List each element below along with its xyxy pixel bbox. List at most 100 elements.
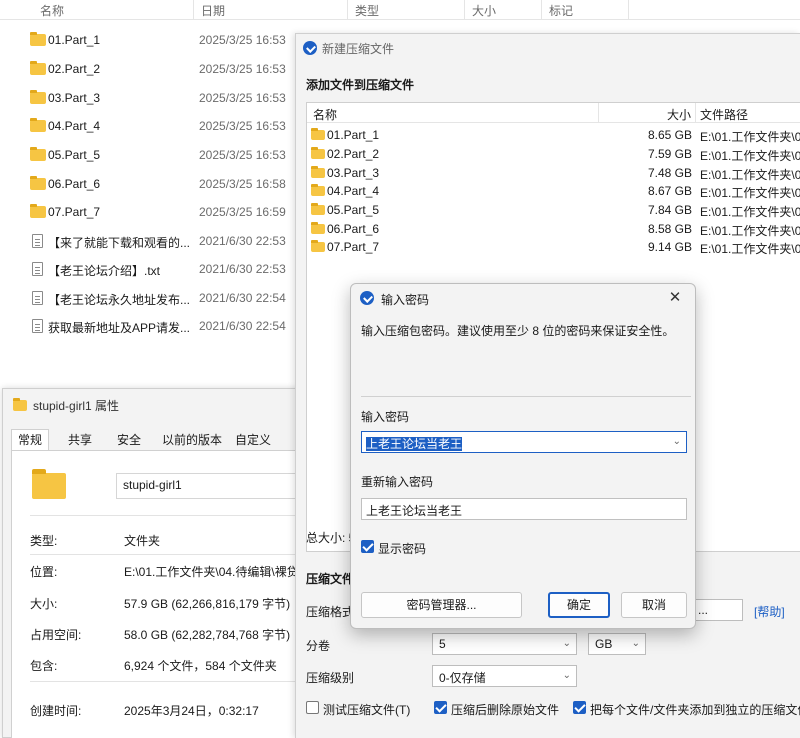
- list-item[interactable]: 03.Part_3 2025/3/25 16:53: [0, 84, 300, 112]
- folder-icon: [311, 147, 325, 159]
- tab-general[interactable]: 常规: [11, 429, 50, 451]
- folder-icon: [32, 469, 66, 499]
- table-row[interactable]: 06.Part_6 8.58 GB E:\01.工作文件夹\0: [307, 219, 800, 238]
- folder-icon: [30, 32, 46, 46]
- item-name: 04.Part_4: [48, 119, 101, 133]
- item-date: 2025/3/25 16:53: [199, 119, 286, 133]
- item-date: 2021/6/30 22:53: [199, 234, 286, 248]
- divider: [30, 681, 310, 682]
- compression-level-select[interactable]: 0-仅存储 ⌄: [432, 665, 577, 687]
- separate-archives-label: 把每个文件/文件夹添加到独立的压缩文件: [590, 703, 800, 717]
- close-icon[interactable]: ✕: [665, 288, 685, 308]
- item-name: 获取最新地址及APP请发...: [48, 321, 191, 335]
- table-row[interactable]: 07.Part_7 9.14 GB E:\01.工作文件夹\0: [307, 237, 800, 256]
- properties-title-bar[interactable]: stupid-girl1 属性: [13, 397, 119, 414]
- cancel-button[interactable]: 取消: [621, 592, 687, 618]
- folder-icon: [311, 128, 325, 140]
- list-item[interactable]: 05.Part_5 2025/3/25 16:53: [0, 141, 300, 169]
- level-label: 压缩级别: [306, 671, 355, 685]
- general-panel: stupid-girl1 类型: 文件夹 位置: E:\01.工作文件夹\04.…: [11, 450, 312, 738]
- text-file-icon: [32, 291, 43, 305]
- delete-after-label: 压缩后删除原始文件: [451, 703, 560, 717]
- app-icon: [360, 291, 374, 305]
- list-item[interactable]: 01.Part_1 2025/3/25 16:53: [0, 26, 300, 54]
- split-label: 分卷: [306, 639, 331, 653]
- folder-icon: [30, 176, 46, 190]
- delete-after-checkbox[interactable]: [434, 701, 447, 714]
- column-name[interactable]: 名称: [40, 2, 64, 19]
- item-date: 2025/3/25 16:53: [199, 33, 286, 47]
- properties-window: stupid-girl1 属性 常规 共享 安全 以前的版本 自定义 stupi…: [2, 388, 312, 738]
- app-icon: [303, 41, 317, 55]
- dialog-description: 输入压缩包密码。建议使用至少 8 位的密码来保证安全性。: [361, 324, 675, 338]
- folder-icon: [311, 222, 325, 234]
- column-path[interactable]: 文件路径: [700, 106, 748, 123]
- test-archive-checkbox[interactable]: [306, 701, 319, 714]
- item-name: 03.Part_3: [48, 91, 101, 105]
- password-input[interactable]: 上老王论坛当老王 ⌄: [361, 431, 687, 453]
- chevron-down-icon[interactable]: ⌄: [673, 436, 681, 447]
- password-manager-button[interactable]: 密码管理器...: [361, 592, 522, 618]
- table-row[interactable]: 02.Part_2 7.59 GB E:\01.工作文件夹\0: [307, 144, 800, 163]
- list-item[interactable]: 06.Part_6 2025/3/25 16:58: [0, 170, 300, 198]
- item-date: 2021/6/30 22:54: [199, 319, 286, 333]
- password-label: 输入密码: [361, 410, 410, 424]
- ok-button[interactable]: 确定: [548, 592, 610, 618]
- file-list-header: 名称 大小 文件路径: [307, 103, 800, 123]
- folder-name-field[interactable]: stupid-girl1: [116, 473, 312, 499]
- item-name: 【老王论坛介绍】.txt: [48, 264, 161, 278]
- item-name: 【老王论坛永久地址发布...: [48, 293, 191, 307]
- format-label: 压缩格式: [306, 605, 355, 619]
- folder-icon: [311, 203, 325, 215]
- list-item[interactable]: 02.Part_2 2025/3/25 16:53: [0, 55, 300, 83]
- item-date: 2025/3/25 16:59: [199, 205, 286, 219]
- column-date[interactable]: 日期: [201, 2, 225, 19]
- list-item[interactable]: 07.Part_7 2025/3/25 16:59: [0, 198, 300, 226]
- table-row[interactable]: 04.Part_4 8.67 GB E:\01.工作文件夹\0: [307, 181, 800, 200]
- item-name: 06.Part_6: [48, 177, 101, 191]
- folder-icon: [311, 184, 325, 196]
- column-type[interactable]: 类型: [355, 2, 379, 19]
- test-archive-label: 测试压缩文件(T): [323, 703, 411, 717]
- table-row[interactable]: 03.Part_3 7.48 GB E:\01.工作文件夹\0: [307, 163, 800, 182]
- folder-icon: [30, 118, 46, 132]
- separate-archives-checkbox[interactable]: [573, 701, 586, 714]
- window-title: 新建压缩文件: [322, 42, 395, 56]
- confirm-password-input[interactable]: 上老王论坛当老王: [361, 498, 687, 520]
- browse-button[interactable]: ...: [691, 599, 743, 621]
- folder-icon: [311, 240, 325, 252]
- confirm-password-value: 上老王论坛当老王: [366, 504, 463, 518]
- item-date: 2021/6/30 22:53: [199, 262, 286, 276]
- text-file-icon: [32, 319, 43, 333]
- chevron-down-icon: ⌄: [562, 638, 571, 649]
- list-item[interactable]: 获取最新地址及APP请发... 2021/6/30 22:54: [0, 312, 300, 340]
- list-item[interactable]: 【老王论坛介绍】.txt 2021/6/30 22:53: [0, 255, 300, 283]
- split-size-select[interactable]: 5 ⌄: [432, 633, 577, 655]
- show-password-checkbox[interactable]: [361, 540, 374, 553]
- tab-security[interactable]: 安全: [110, 429, 148, 451]
- help-link[interactable]: [帮助]: [754, 603, 785, 620]
- divider: [30, 515, 310, 516]
- text-file-icon: [32, 262, 43, 276]
- item-date: 2025/3/25 16:53: [199, 62, 286, 76]
- column-size[interactable]: 大小: [667, 106, 691, 123]
- table-row[interactable]: 05.Part_5 7.84 GB E:\01.工作文件夹\0: [307, 200, 800, 219]
- table-row[interactable]: 01.Part_1 8.65 GB E:\01.工作文件夹\0: [307, 125, 800, 144]
- column-name[interactable]: 名称: [313, 106, 337, 123]
- item-date: 2025/3/25 16:53: [199, 91, 286, 105]
- chevron-down-icon: ⌄: [562, 670, 571, 681]
- tab-sharing[interactable]: 共享: [61, 429, 99, 451]
- column-size[interactable]: 大小: [472, 2, 496, 19]
- list-item[interactable]: 【来了就能下载和观看的... 2021/6/30 22:53: [0, 227, 300, 255]
- list-item[interactable]: 【老王论坛永久地址发布... 2021/6/30 22:54: [0, 284, 300, 312]
- column-tag[interactable]: 标记: [549, 2, 573, 19]
- item-date: 2021/6/30 22:54: [199, 291, 286, 305]
- item-name: 02.Part_2: [48, 62, 101, 76]
- list-item[interactable]: 04.Part_4 2025/3/25 16:53: [0, 112, 300, 140]
- password-dialog: 输入密码 ✕ 输入压缩包密码。建议使用至少 8 位的密码来保证安全性。 输入密码…: [350, 283, 696, 629]
- password-value: 上老王论坛当老王: [366, 437, 463, 451]
- tab-previous-versions[interactable]: 以前的版本: [155, 429, 229, 451]
- tab-customize[interactable]: 自定义: [228, 429, 278, 451]
- folder-icon: [30, 147, 46, 161]
- split-unit-select[interactable]: GB ⌄: [588, 633, 646, 655]
